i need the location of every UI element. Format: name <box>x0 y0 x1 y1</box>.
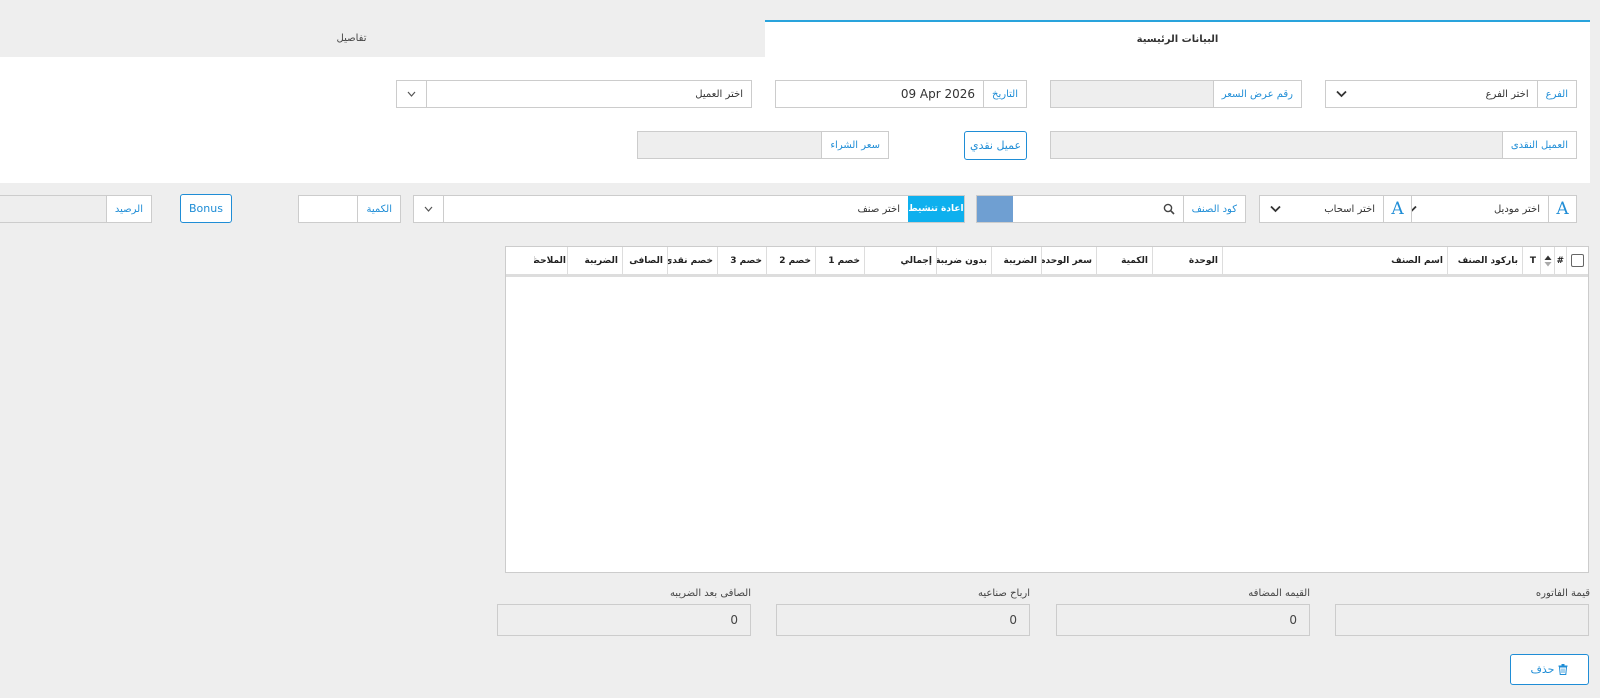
col-notes[interactable]: الملاحظ <box>534 247 567 274</box>
cash-customer-button-label: عميل نقدي <box>969 139 1022 152</box>
branch-select[interactable]: الفرع اختر الفرع <box>1325 80 1577 108</box>
font-a-icon: A <box>1383 196 1411 222</box>
quantity-field[interactable]: الكمية <box>298 195 401 223</box>
cash-customer-field: العميل النقدى <box>1050 131 1577 159</box>
col-cash-discount[interactable]: خصم نقدى <box>667 247 717 274</box>
branch-label: الفرع <box>1536 81 1576 107</box>
col-t[interactable]: T <box>1522 247 1540 274</box>
vat-label: القيمه المضافه <box>1248 588 1310 599</box>
net-after-tax-field: 0 <box>497 604 751 636</box>
customer-value: اختر العميل <box>695 88 743 100</box>
model-select[interactable]: A اختر موديل <box>1395 195 1577 223</box>
chevron-down-icon[interactable] <box>414 196 444 222</box>
font-a-icon: A <box>1548 196 1576 222</box>
col-discount-1[interactable]: خصم 1 <box>815 247 864 274</box>
col-quantity[interactable]: الكمية <box>1096 247 1152 274</box>
item-code-go-button[interactable] <box>977 196 1013 222</box>
branch-value: اختر الفرع <box>1485 88 1529 100</box>
size-value: اختر اسحاب <box>1324 203 1375 215</box>
quantity-label: الكمية <box>357 196 400 222</box>
purchase-price-field: سعر الشراء <box>637 131 889 159</box>
item-code-search[interactable]: كود الصنف <box>976 195 1246 223</box>
bonus-button[interactable]: Bonus <box>180 194 232 223</box>
tab-main-data[interactable]: البيانات الرئيسية <box>765 20 1590 57</box>
col-item-barcode[interactable]: باركود الصنف <box>1447 247 1522 274</box>
select-all-checkbox-cell[interactable] <box>1566 247 1588 274</box>
col-index[interactable]: # <box>1554 247 1566 274</box>
delete-button[interactable]: حذف <box>1510 654 1589 685</box>
bonus-button-label: Bonus <box>189 202 223 215</box>
col-discount-3[interactable]: خصم 3 <box>717 247 766 274</box>
col-item-name[interactable]: اسم الصنف <box>1222 247 1447 274</box>
col-unit[interactable]: الوحدة <box>1152 247 1222 274</box>
col-unit-price[interactable]: سعر الوحده <box>1041 247 1096 274</box>
industrial-profit-field: 0 <box>776 604 1030 636</box>
sort-icon[interactable] <box>1540 247 1554 274</box>
industrial-profit-label: ارباح صناعيه <box>978 588 1030 599</box>
chevron-down-icon[interactable] <box>397 81 427 107</box>
balance-value <box>0 196 106 222</box>
col-net[interactable]: الصافى <box>622 247 667 274</box>
quote-number-field: رقم عرض السعر <box>1050 80 1302 108</box>
cash-customer-button[interactable]: عميل نقدي <box>964 131 1027 160</box>
vat-field: 0 <box>1056 604 1310 636</box>
invoice-value-label: قيمة الفاتوره <box>1535 588 1590 599</box>
item-code-label: كود الصنف <box>1182 196 1245 222</box>
date-input[interactable]: 09 Apr 2026 <box>776 81 983 107</box>
chevron-down-icon <box>1260 196 1290 222</box>
search-icon <box>1163 203 1175 215</box>
tab-main-data-label: البيانات الرئيسية <box>1136 34 1219 45</box>
reactivate-button-label: اعادة تنشيط <box>908 204 964 214</box>
item-select[interactable]: اعادة تنشيط اختر صنف <box>413 195 965 223</box>
date-field[interactable]: التاريخ 09 Apr 2026 <box>775 80 1027 108</box>
col-total[interactable]: إجمالي <box>864 247 936 274</box>
balance-label: الرصيد <box>105 196 151 222</box>
cash-customer-value <box>1051 132 1502 158</box>
main-data-panel <box>0 57 1590 183</box>
tab-details-label: تفاصيل <box>336 33 367 44</box>
size-select[interactable]: A اختر اسحاب <box>1259 195 1412 223</box>
customer-select[interactable]: اختر العميل <box>396 80 752 108</box>
tab-details[interactable]: تفاصيل <box>0 20 703 57</box>
date-label: التاريخ <box>983 81 1026 107</box>
reactivate-button[interactable]: اعادة تنشيط <box>908 196 964 222</box>
balance-field: الرصيد <box>0 195 152 223</box>
table-header: # T باركود الصنف اسم الصنف الوحدة الكمية… <box>506 247 1588 277</box>
item-value: اختر صنف <box>857 203 900 215</box>
col-tax-2[interactable]: الضريبة <box>567 247 622 274</box>
items-table[interactable]: # T باركود الصنف اسم الصنف الوحدة الكمية… <box>505 246 1589 573</box>
select-all-checkbox[interactable] <box>1571 254 1584 267</box>
quote-number-label: رقم عرض السعر <box>1212 81 1301 107</box>
chevron-down-icon <box>1326 81 1356 107</box>
delete-button-label: حذف <box>1530 663 1555 676</box>
col-without-tax[interactable]: بدون ضريبة <box>936 247 991 274</box>
trash-icon <box>1558 664 1568 675</box>
col-tax[interactable]: الضريبة <box>991 247 1041 274</box>
quote-number-value <box>1051 81 1213 107</box>
model-value: اختر موديل <box>1493 203 1540 215</box>
item-code-input[interactable] <box>1013 196 1183 222</box>
cash-customer-label: العميل النقدى <box>1501 132 1576 158</box>
col-discount-2[interactable]: خصم 2 <box>766 247 815 274</box>
purchase-price-value <box>638 132 822 158</box>
quantity-input[interactable] <box>299 196 357 222</box>
purchase-price-label: سعر الشراء <box>821 132 888 158</box>
net-after-tax-label: الصافى بعد الضريبه <box>669 588 751 599</box>
invoice-value-field <box>1335 604 1589 636</box>
